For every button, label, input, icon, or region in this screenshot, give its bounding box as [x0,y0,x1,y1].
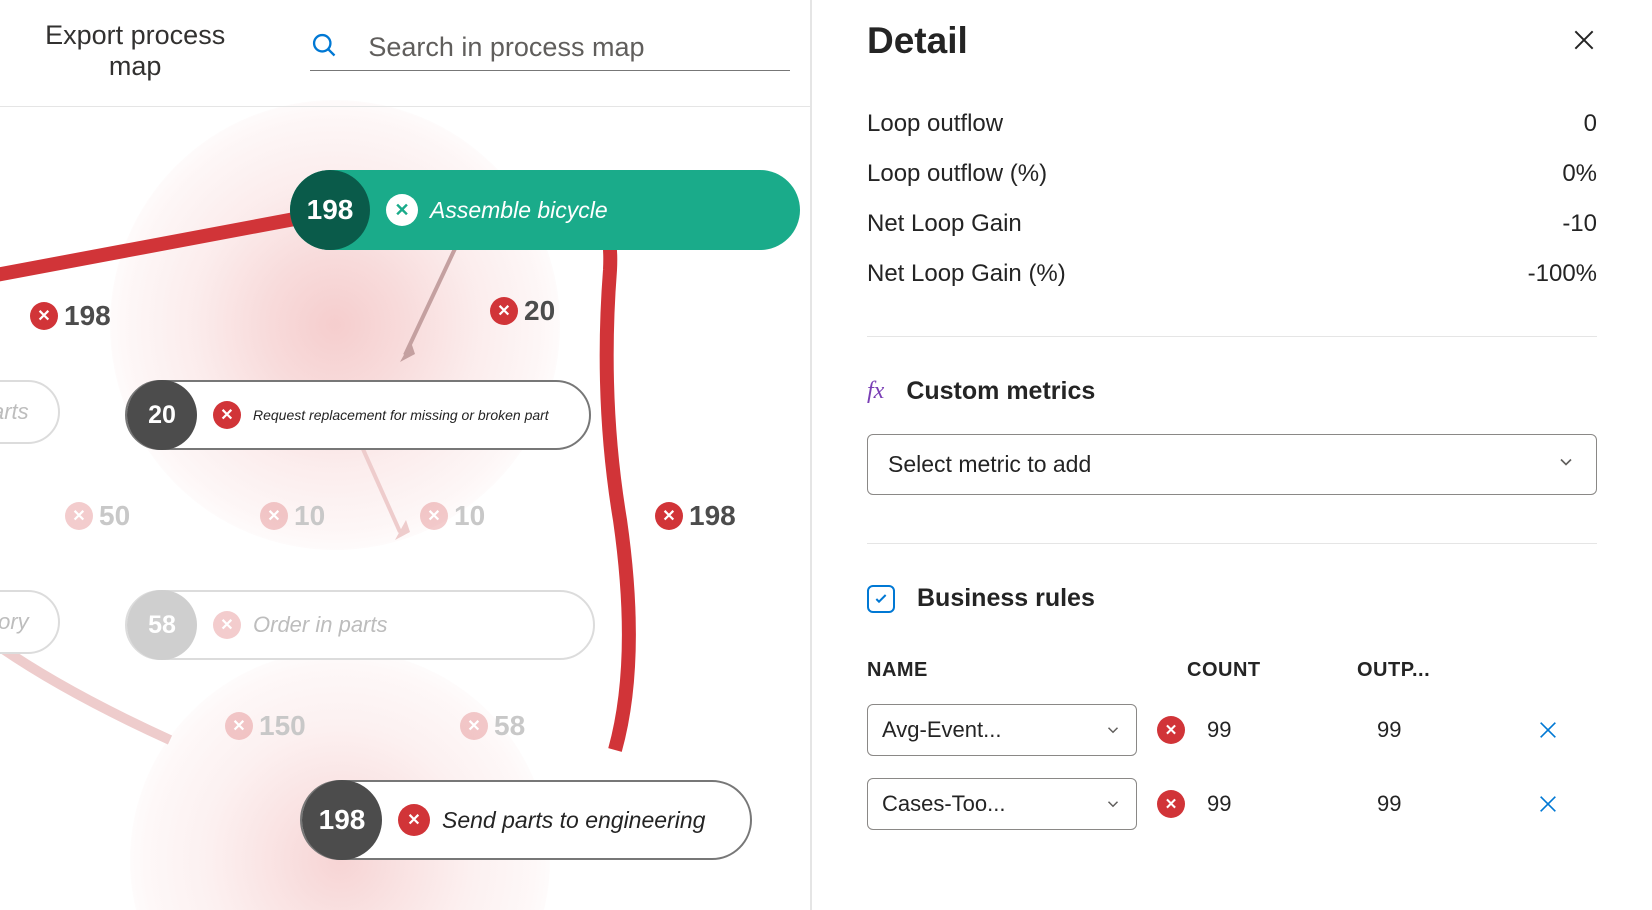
col-name: NAME [867,659,1167,682]
search-wrap[interactable] [310,31,790,71]
close-circle-icon: ✕ [386,194,418,226]
close-circle-icon: ✕ [655,502,683,530]
close-circle-icon: ✕ [398,804,430,836]
node-label: Assemble bicycle [430,197,608,224]
detail-row: Net Loop Gain (%) -100% [867,260,1597,288]
node-count: 198 [302,780,382,860]
rule-output: 99 [1377,791,1517,817]
business-rule-row: Cases-Too... ✕ 99 99 [867,778,1597,830]
node-count: 58 [127,590,197,660]
rule-count: 99 [1207,717,1357,743]
edge-label: ✕ 20 [490,295,555,327]
clear-rule-button[interactable] [1537,793,1597,815]
search-icon [310,31,338,64]
node-partial-tory[interactable]: tory [0,590,60,654]
node-label: tory [0,609,29,635]
search-input[interactable] [368,32,790,63]
node-count: 198 [290,170,370,250]
close-circle-icon: ✕ [213,401,241,429]
edge-label: ✕ 10 [420,500,485,532]
close-circle-icon: ✕ [490,297,518,325]
rule-count: 99 [1207,791,1357,817]
node-order-parts[interactable]: 58 ✕ Order in parts [125,590,595,660]
metric-dropdown[interactable]: Select metric to add [867,434,1597,495]
close-button[interactable] [1571,27,1597,56]
export-button[interactable]: Export process map [20,20,250,82]
rule-name-dropdown[interactable]: Cases-Too... [867,778,1137,830]
node-label: Send parts to engineering [442,807,720,834]
close-circle-icon: ✕ [420,502,448,530]
node-label: arts [0,399,29,425]
node-assemble-bicycle[interactable]: 198 ✕ Assemble bicycle [290,170,800,250]
col-count: COUNT [1187,659,1337,682]
rule-name-dropdown[interactable]: Avg-Event... [867,704,1137,756]
clear-rule-button[interactable] [1537,719,1597,741]
fx-icon: fx [867,378,884,405]
close-circle-icon: ✕ [65,502,93,530]
node-send-parts[interactable]: 198 ✕ Send parts to engineering [300,780,752,860]
edge-label: ✕ 198 [655,500,736,532]
chevron-down-icon [1556,451,1576,478]
detail-title: Detail [867,20,968,62]
close-circle-icon: ✕ [225,712,253,740]
chevron-down-icon [1104,721,1122,739]
delete-rule-button[interactable]: ✕ [1157,790,1185,818]
col-output: OUTP... [1357,659,1497,682]
custom-metrics-title: Custom metrics [906,377,1095,406]
close-circle-icon: ✕ [30,302,58,330]
rules-icon [867,585,895,613]
rule-output: 99 [1377,717,1517,743]
node-label: Request replacement for missing or broke… [253,407,559,423]
chevron-down-icon [1104,795,1122,813]
close-circle-icon: ✕ [460,712,488,740]
edge-label: ✕ 50 [65,500,130,532]
edge-label: ✕ 198 [30,300,111,332]
detail-row: Loop outflow 0 [867,110,1597,138]
detail-row: Net Loop Gain -10 [867,210,1597,238]
edge-label: ✕ 58 [460,710,525,742]
node-partial-arts[interactable]: arts [0,380,60,444]
delete-rule-button[interactable]: ✕ [1157,716,1185,744]
node-request-replacement[interactable]: 20 ✕ Request replacement for missing or … [125,380,591,450]
edge-label: ✕ 10 [260,500,325,532]
edge-label: ✕ 150 [225,710,306,742]
business-rule-row: Avg-Event... ✕ 99 99 [867,704,1597,756]
close-circle-icon: ✕ [213,611,241,639]
detail-row: Loop outflow (%) 0% [867,160,1597,188]
business-rules-title: Business rules [917,584,1095,613]
close-circle-icon: ✕ [260,502,288,530]
node-label: Order in parts [253,612,388,638]
node-count: 20 [127,380,197,450]
